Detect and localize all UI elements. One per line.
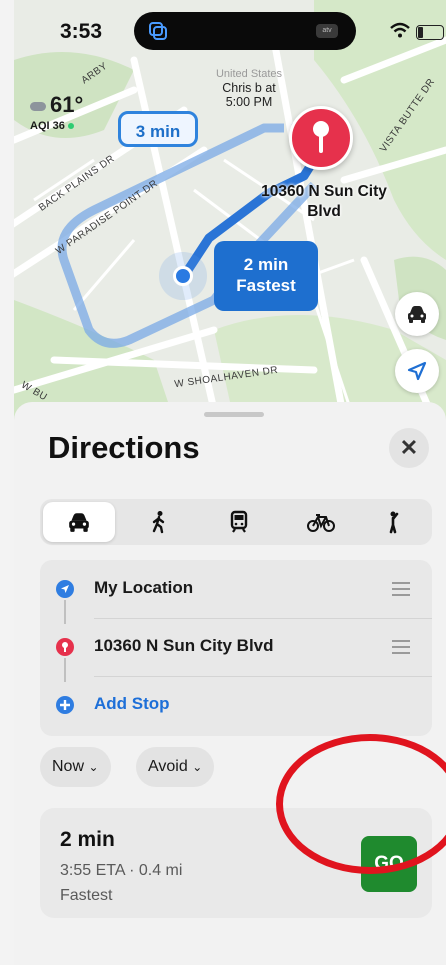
battery-icon xyxy=(416,25,444,40)
chevron-down-icon: ⌄ xyxy=(88,760,99,774)
pin-icon xyxy=(56,638,74,656)
weather-widget: 61° AQI 36 xyxy=(30,92,84,132)
car-icon xyxy=(408,306,426,323)
stop-row-origin[interactable]: My Location xyxy=(40,560,432,618)
alternate-route-time-bubble[interactable]: 3 min xyxy=(118,111,198,147)
stop-label: My Location xyxy=(94,578,194,597)
current-location-dot xyxy=(173,266,193,286)
directions-sheet: Directions ✕ My Location 10360 N Sun Cit… xyxy=(14,402,446,965)
status-bar: 3:53 atv xyxy=(14,0,446,60)
add-stop-button[interactable]: Add Stop xyxy=(40,676,432,734)
wifi-icon xyxy=(390,22,410,38)
island-tag: atv xyxy=(316,24,338,38)
mode-cycle[interactable] xyxy=(283,502,355,542)
person-hailing-icon xyxy=(389,511,399,534)
reorder-handle-icon[interactable] xyxy=(392,582,410,600)
transport-mode-selector xyxy=(40,499,432,545)
cloud-icon xyxy=(30,101,46,111)
route-eta-distance: 3:55 ETA · 0.4 mi xyxy=(60,862,183,879)
reorder-handle-icon[interactable] xyxy=(392,640,410,658)
close-button[interactable]: ✕ xyxy=(389,428,429,468)
drive-mode-map-button[interactable] xyxy=(395,292,439,336)
walk-icon xyxy=(152,511,165,534)
page-title: Directions xyxy=(48,430,200,465)
stop-row-destination[interactable]: 10360 N Sun City Blvd xyxy=(40,618,432,676)
bicycle-icon xyxy=(307,514,335,532)
plus-icon xyxy=(56,696,74,714)
status-time: 3:53 xyxy=(60,20,103,43)
route-tag: Fastest xyxy=(60,887,113,904)
fastest-route-bubble[interactable]: 2 min Fastest xyxy=(214,241,318,311)
background-window-edge xyxy=(0,0,15,965)
car-icon xyxy=(69,513,89,532)
now-dropdown[interactable]: Now ⌄ xyxy=(40,747,111,787)
add-stop-label: Add Stop xyxy=(94,694,170,713)
mode-transit[interactable] xyxy=(203,502,275,542)
route-stops-card: My Location 10360 N Sun City Blvd Add St… xyxy=(40,560,432,736)
destination-pin-icon[interactable] xyxy=(289,106,353,170)
stop-label: 10360 N Sun City Blvd xyxy=(94,636,274,655)
apple-tv-icon xyxy=(149,22,167,40)
mode-walk[interactable] xyxy=(123,502,195,542)
dynamic-island[interactable]: atv xyxy=(134,12,356,50)
map-poi-label: United States Chris b at 5:00 PM xyxy=(215,68,283,109)
close-icon: ✕ xyxy=(399,435,419,460)
track-location-button[interactable] xyxy=(395,349,439,393)
location-arrow-icon xyxy=(56,580,74,598)
chevron-down-icon: ⌄ xyxy=(192,760,203,774)
mode-drive[interactable] xyxy=(43,502,115,542)
map-view[interactable]: ARBY BACK PLAINS DR W PARADISE POINT DR … xyxy=(14,0,446,420)
aqi-status-dot xyxy=(67,123,74,129)
route-duration: 2 min xyxy=(60,828,115,851)
train-icon xyxy=(230,510,248,533)
sheet-grabber[interactable] xyxy=(204,412,264,417)
location-arrow-icon xyxy=(407,361,427,381)
mode-ride[interactable] xyxy=(357,502,429,542)
avoid-dropdown[interactable]: Avoid ⌄ xyxy=(136,747,215,787)
destination-map-label: 10360 N Sun City Blvd xyxy=(261,183,387,220)
